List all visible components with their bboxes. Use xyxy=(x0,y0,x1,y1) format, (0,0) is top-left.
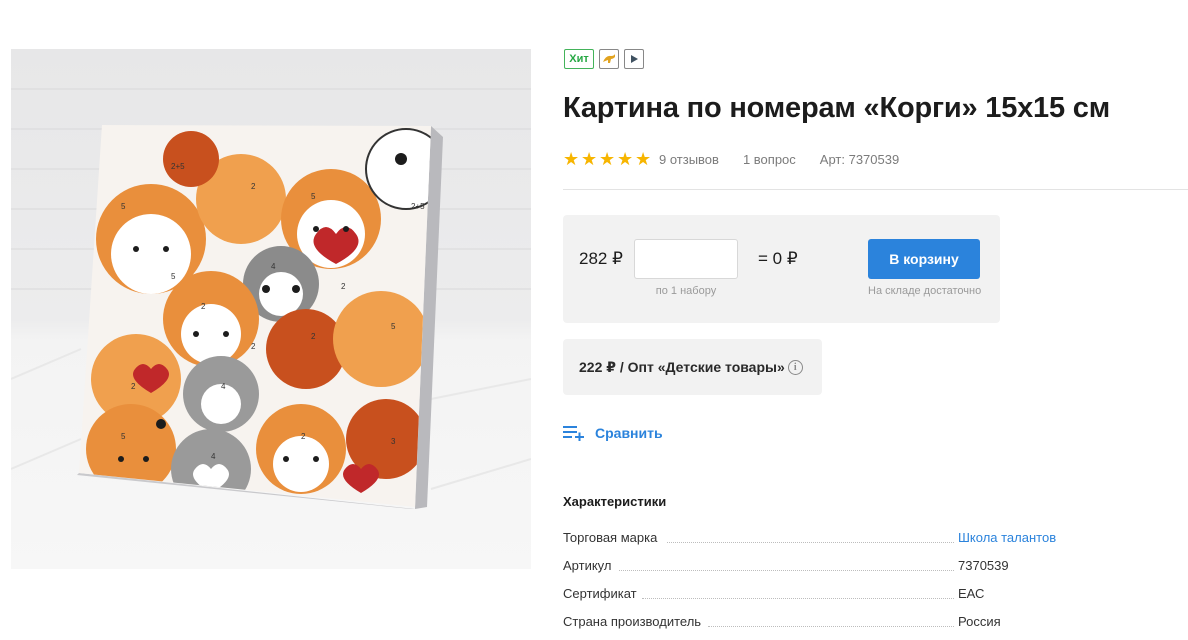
add-to-cart-button[interactable]: В корзину xyxy=(868,239,980,279)
svg-text:2: 2 xyxy=(341,282,346,291)
compare-label: Сравнить xyxy=(595,425,663,441)
kangaroo-icon xyxy=(599,49,619,69)
svg-text:3: 3 xyxy=(391,437,396,446)
quantity-input[interactable] xyxy=(634,239,738,279)
star-icon: ★ xyxy=(581,149,598,169)
svg-text:2: 2 xyxy=(301,432,306,441)
specs-title: Характеристики xyxy=(563,494,667,509)
svg-text:2+5: 2+5 xyxy=(411,202,425,211)
spec-key: Страна производитель xyxy=(563,614,706,629)
svg-text:5: 5 xyxy=(391,322,396,331)
divider xyxy=(563,189,1188,190)
wholesale-price: 222 ₽ / Опт «Детские товары» xyxy=(579,358,785,375)
svg-text:5: 5 xyxy=(121,432,126,441)
svg-text:5: 5 xyxy=(311,192,316,201)
star-icon: ★ xyxy=(563,149,580,169)
svg-text:2: 2 xyxy=(311,332,316,341)
svg-text:2+5: 2+5 xyxy=(171,162,185,171)
wholesale-box: 222 ₽ / Опт «Детские товары» i xyxy=(563,339,822,395)
star-icon: ★ xyxy=(599,149,616,169)
total-price: = 0 ₽ xyxy=(758,249,798,268)
svg-text:2: 2 xyxy=(251,182,256,191)
spec-value: Россия xyxy=(958,614,1001,629)
spec-dots xyxy=(667,542,954,543)
svg-text:4: 4 xyxy=(211,452,216,461)
spec-dots xyxy=(642,598,954,599)
svg-text:2: 2 xyxy=(201,302,206,311)
product-badges: Хит xyxy=(564,49,644,69)
spec-dots xyxy=(619,570,954,571)
stock-note: На складе достаточно xyxy=(868,285,982,297)
price: 282 ₽ xyxy=(579,249,623,268)
spec-row: Торговая марка Школа талантов xyxy=(563,530,1083,548)
compare-list-icon xyxy=(563,426,584,441)
play-icon[interactable] xyxy=(624,49,644,69)
compare-button[interactable]: Сравнить xyxy=(563,425,663,441)
buy-box: 282 ₽ по 1 набору = 0 ₽ В корзину На скл… xyxy=(563,215,1000,323)
spec-row: Артикул 7370539 xyxy=(563,558,1083,576)
questions-link[interactable]: 1 вопрос xyxy=(743,152,796,167)
svg-text:4: 4 xyxy=(271,262,276,271)
svg-text:2: 2 xyxy=(131,382,136,391)
sku-label: Арт: 7370539 xyxy=(819,151,900,167)
svg-text:4: 4 xyxy=(221,382,226,391)
spec-row: Страна производитель Россия xyxy=(563,614,1083,632)
quantity-note: по 1 набору xyxy=(655,285,717,297)
star-icon: ★ xyxy=(635,149,652,169)
brand-link[interactable]: Школа талантов xyxy=(958,530,1056,545)
corgi-painting-image: 5 5 2 5 2 4 2 2 5 2 4 5 4 2 3 2+5 2+5 2 xyxy=(11,88,531,509)
reviews-link[interactable]: 9 отзывов xyxy=(659,152,719,167)
info-icon[interactable]: i xyxy=(787,359,803,375)
svg-text:5: 5 xyxy=(121,202,126,211)
spec-row: Сертификат ЕАС xyxy=(563,586,1083,604)
spec-key: Артикул xyxy=(563,558,616,573)
spec-value: ЕАС xyxy=(958,586,985,601)
spec-key: Торговая марка xyxy=(563,530,662,545)
hit-badge: Хит xyxy=(564,49,594,69)
svg-text:5: 5 xyxy=(171,272,176,281)
product-image[interactable]: 5 5 2 5 2 4 2 2 5 2 4 5 4 2 3 2+5 2+5 2 xyxy=(11,49,531,569)
product-title: Картина по номерам «Корги» 15х15 см xyxy=(563,92,1110,124)
spec-dots xyxy=(708,626,954,627)
star-icon: ★ xyxy=(617,149,634,169)
svg-text:2: 2 xyxy=(251,342,256,351)
spec-key: Сертификат xyxy=(563,586,641,601)
spec-value: 7370539 xyxy=(958,558,1009,573)
rating-row: ★ ★ ★ ★ ★ 9 отзывов 1 вопрос Арт: 737053… xyxy=(563,149,899,169)
rating-stars[interactable]: ★ ★ ★ ★ ★ xyxy=(563,149,652,169)
